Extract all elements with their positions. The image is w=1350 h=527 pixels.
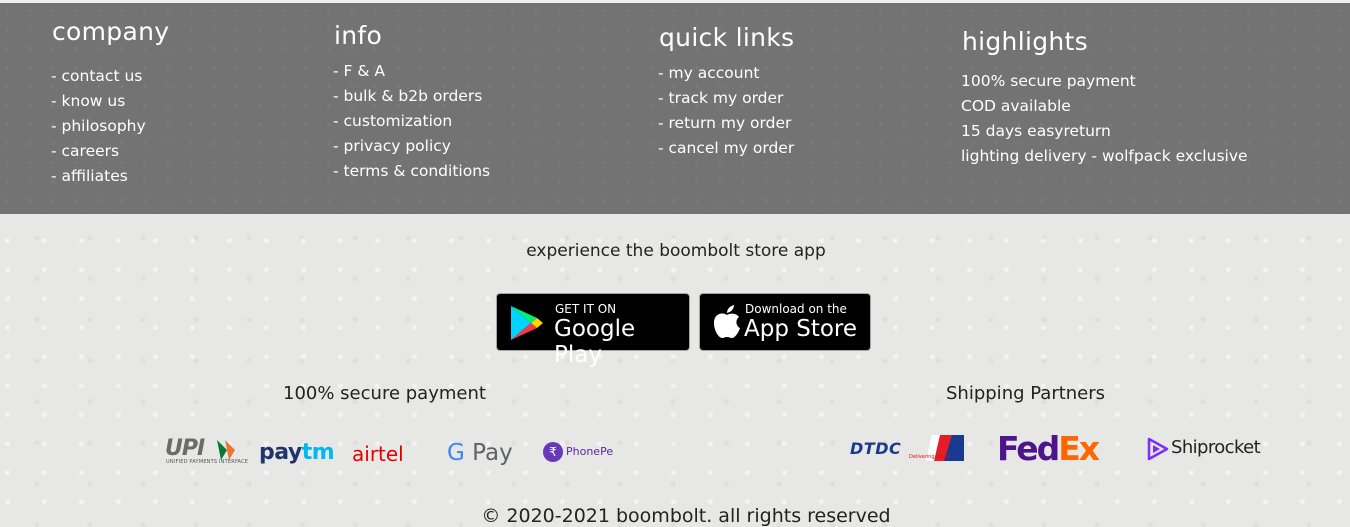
highlights-heading: highlights <box>962 27 1088 56</box>
link-affiliates[interactable]: - affiliates <box>51 164 169 189</box>
link-cancel-order[interactable]: - cancel my order <box>658 136 794 161</box>
paytm-logo-part2: tm <box>301 440 335 465</box>
quick-links-column: quick links - my account - track my orde… <box>658 23 795 161</box>
link-track-order[interactable]: - track my order <box>658 86 794 111</box>
google-play-button[interactable]: GET IT ON Google Play <box>496 293 690 368</box>
highlight-secure-payment: 100% secure payment <box>961 72 1136 90</box>
upi-logo-subtext: UNIFIED PAYMENTS INTERFACE <box>166 459 249 465</box>
app-store-button[interactable]: Download on the App Store <box>699 293 871 351</box>
highlight-easy-return: 15 days easyreturn <box>961 122 1111 140</box>
airtel-logo: airtel <box>352 441 404 467</box>
link-terms[interactable]: - terms & conditions <box>333 159 490 184</box>
copyright-text: © 2020-2021 boombolt. all rights reserve… <box>481 505 891 527</box>
payment-section-title: 100% secure payment <box>283 383 486 404</box>
fedex-logo-ex: Ex <box>1058 429 1100 468</box>
shiprocket-logo-text: Shiprocket <box>1171 437 1261 458</box>
fedex-logo-fed: Fed <box>997 429 1060 468</box>
info-heading: info <box>334 21 383 50</box>
quick-links-heading: quick links <box>659 23 795 52</box>
company-heading: company <box>52 17 170 46</box>
google-pay-logo: G Pay <box>447 438 513 468</box>
dtdc-logo: DTDC Delivering Value <box>849 435 964 461</box>
google-play-small-text: GET IT ON <box>555 302 617 316</box>
paytm-logo: paytm <box>259 440 335 466</box>
app-store-big-text: App Store <box>744 316 858 342</box>
dtdc-logo-text: DTDC <box>850 439 902 458</box>
upi-logo: UPI UNIFIED PAYMENTS INTERFACE <box>165 436 248 467</box>
google-play-big-text: Google Play <box>554 316 636 368</box>
upi-arrow-icon <box>217 440 235 460</box>
shipping-section-title: Shipping Partners <box>946 383 1106 404</box>
highlight-delivery: lighting delivery - wolfpack exclusive <box>961 147 1248 165</box>
phonepe-icon: ₹ <box>543 442 563 462</box>
info-column: info - F & A - bulk & b2b orders - custo… <box>333 21 490 184</box>
link-careers[interactable]: - careers <box>51 139 169 164</box>
link-philosophy[interactable]: - philosophy <box>51 114 169 139</box>
link-my-account[interactable]: - my account <box>658 61 794 86</box>
footer-links-section: company - contact us - know us - philoso… <box>0 3 1350 214</box>
google-pay-text: Pay <box>472 440 513 466</box>
link-bulk-orders[interactable]: - bulk & b2b orders <box>333 84 490 109</box>
link-privacy-policy[interactable]: - privacy policy <box>333 134 490 159</box>
highlight-cod: COD available <box>961 97 1071 115</box>
paytm-logo-part1: pay <box>259 440 302 465</box>
link-faq[interactable]: - F & A <box>333 59 490 84</box>
app-store-small-text: Download on the <box>745 302 847 316</box>
dtdc-tagline: Delivering Value <box>909 454 950 460</box>
apple-icon <box>714 305 740 338</box>
airtel-logo-text: airtel <box>352 442 404 466</box>
google-play-icon <box>511 306 543 340</box>
app-section-title: experience the boombolt store app <box>526 241 826 261</box>
shiprocket-icon <box>1147 437 1169 461</box>
company-column: company - contact us - know us - philoso… <box>51 17 170 189</box>
fedex-logo: FedEx <box>997 429 1100 468</box>
link-know-us[interactable]: - know us <box>51 89 169 114</box>
phonepe-logo-text: PhonePe <box>566 445 614 458</box>
link-customization[interactable]: - customization <box>333 109 490 134</box>
link-return-order[interactable]: - return my order <box>658 111 794 136</box>
link-contact-us[interactable]: - contact us <box>51 64 169 89</box>
upi-logo-text: UPI <box>165 436 205 461</box>
google-pay-g: G <box>447 440 465 466</box>
highlights-column: highlights 100% secure payment COD avail… <box>961 27 1248 169</box>
